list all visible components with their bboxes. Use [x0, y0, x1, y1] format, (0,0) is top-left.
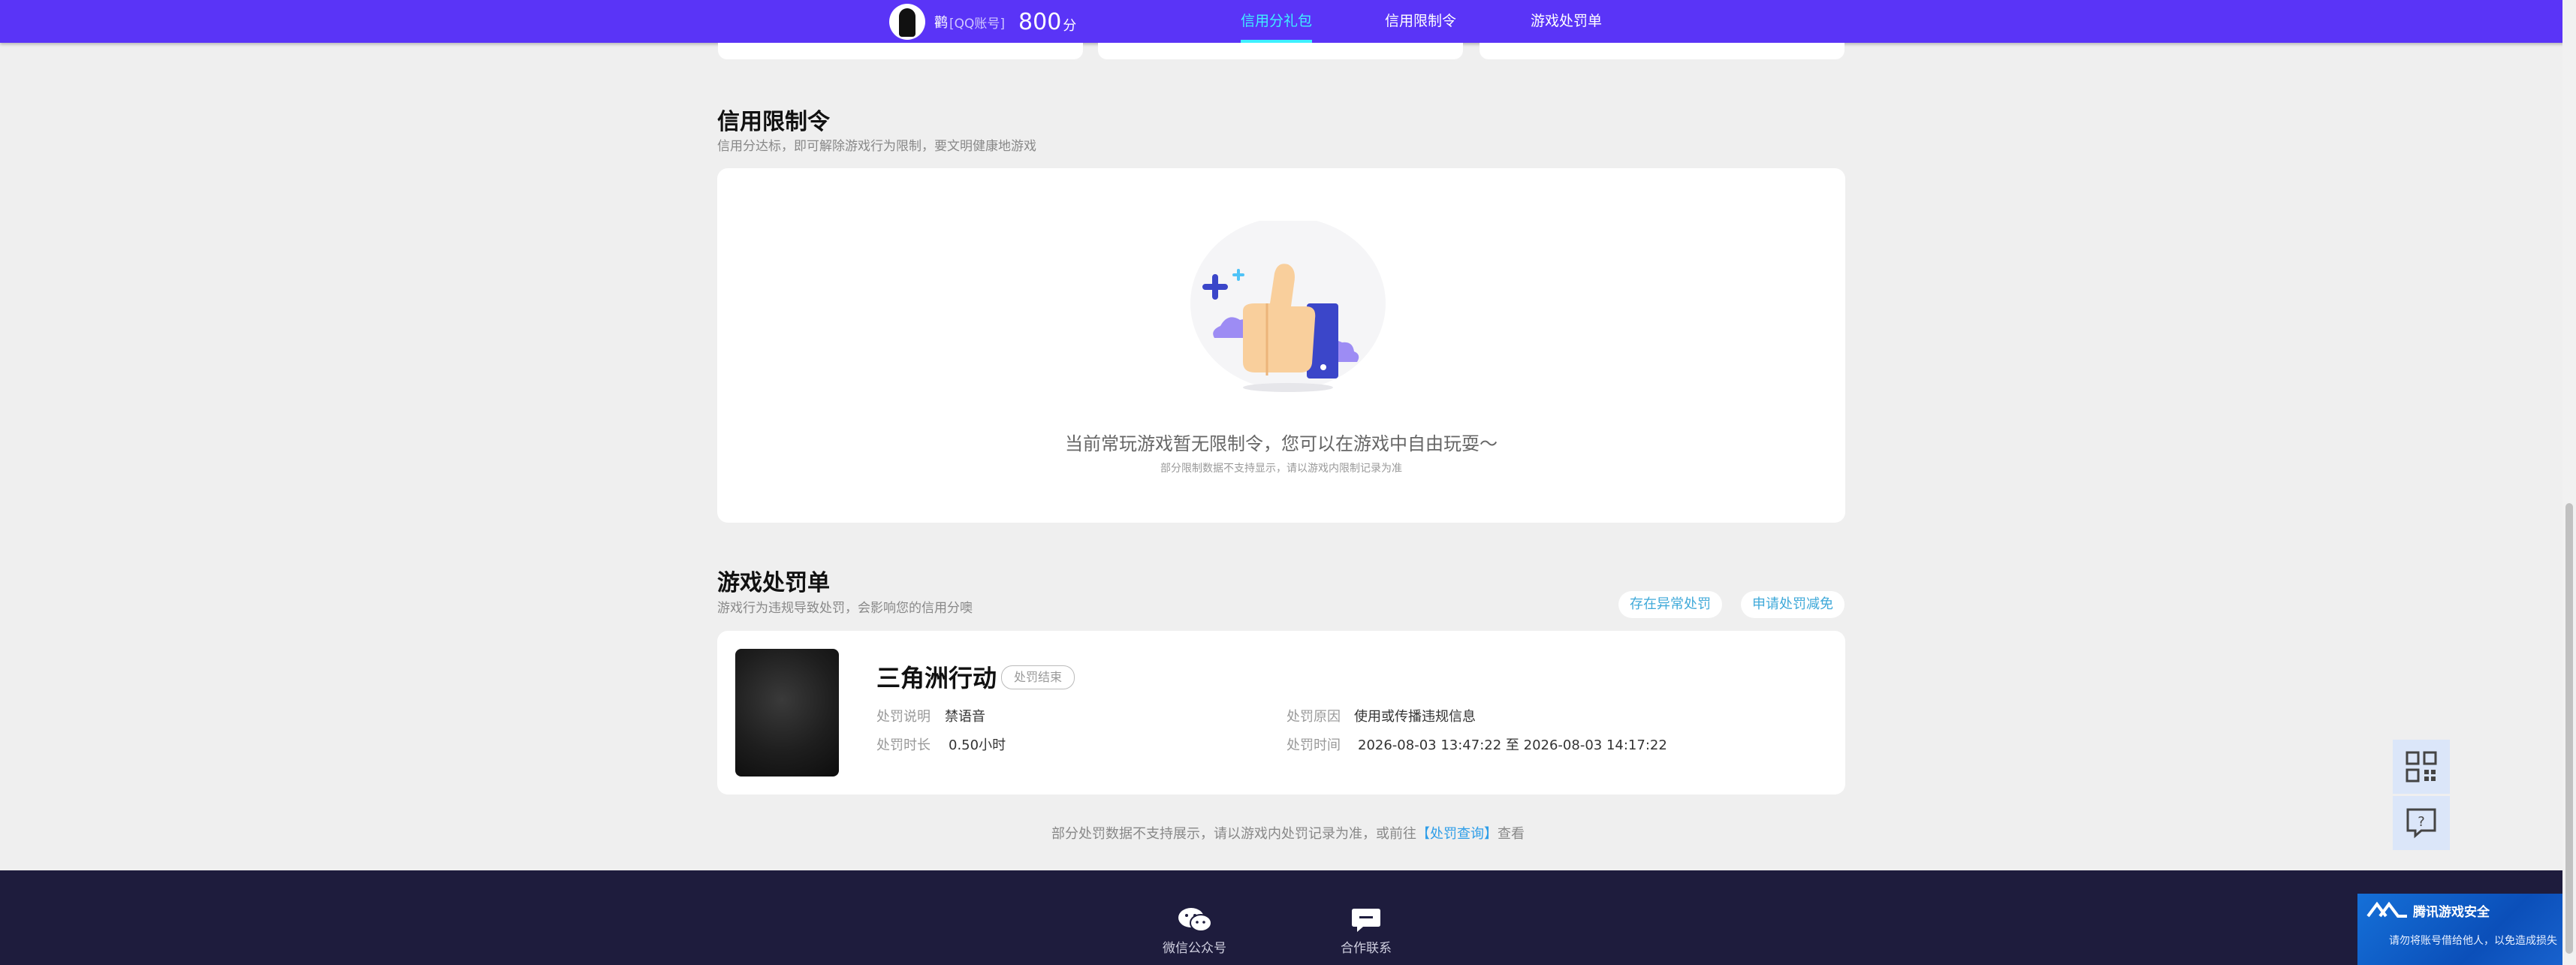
- penalty-duration-label: 处罚时长: [876, 737, 931, 753]
- penalty-record-card[interactable]: 三角洲行动 处罚结束 处罚说明 禁语音 处罚时长 0.50小时 处罚原因 使用或…: [717, 631, 1845, 795]
- credit-score: 800: [1018, 8, 1062, 35]
- wechat-official-account[interactable]: 微信公众号: [1163, 906, 1226, 956]
- empty-note: 部分限制数据不支持显示，请以游戏内限制记录为准: [1160, 463, 1402, 475]
- empty-message: 当前常玩游戏暂无限制令，您可以在游戏中自由玩耍～: [1065, 433, 1498, 454]
- score-unit: 分: [1063, 18, 1077, 34]
- penalty-desc-value: 禁语音: [945, 709, 985, 725]
- nav-credit-restriction[interactable]: 信用限制令: [1385, 0, 1456, 43]
- restriction-subtitle: 信用分达标，即可解除游戏行为限制，要文明健康地游戏: [717, 139, 1036, 154]
- help-chat-icon: ?: [2406, 808, 2436, 839]
- gift-card-partial: [1480, 43, 1845, 59]
- nav-credit-gift[interactable]: 信用分礼包: [1241, 0, 1313, 43]
- wechat-icon: [1178, 908, 1212, 932]
- chat-bubble-icon: [1352, 909, 1380, 932]
- account-type: [QQ账号]: [949, 16, 1006, 32]
- scrollbar-thumb[interactable]: [2565, 503, 2573, 954]
- penalty-reason-value: 使用或传播违规信息: [1354, 709, 1476, 725]
- game-name: 三角洲行动: [876, 664, 997, 692]
- contact-label: 合作联系: [1341, 941, 1392, 956]
- penalty-duration-value: 0.50小时: [949, 737, 1006, 753]
- user-name: 鹳: [934, 15, 948, 31]
- avatar[interactable]: [889, 4, 925, 40]
- footnote-suffix: 查看: [1498, 826, 1525, 842]
- nav-game-penalty[interactable]: 游戏处罚单: [1531, 0, 1602, 43]
- thumbs-up-illustration: [1190, 221, 1386, 392]
- status-badge: 处罚结束: [1001, 665, 1075, 689]
- penalty-title: 游戏处罚单: [717, 570, 830, 596]
- penalty-reason-label: 处罚原因: [1286, 709, 1341, 725]
- penalty-query-link[interactable]: 【处罚查询】: [1416, 826, 1498, 842]
- penalty-footnote: 部分处罚数据不支持展示，请以游戏内处罚记录为准，或前往【处罚查询】查看: [0, 823, 2576, 843]
- abnormal-penalty-button[interactable]: 存在异常处罚: [1618, 591, 1722, 618]
- penalty-reduction-button[interactable]: 申请处罚减免: [1741, 591, 1845, 618]
- penalty-time-value: 2026-08-03 13:47:22 至 2026-08-03 14:17:2…: [1358, 737, 1667, 753]
- penalty-subtitle: 游戏行为违规导致处罚，会影响您的信用分噢: [717, 601, 973, 616]
- security-toast[interactable]: 腾讯游戏安全 请勿将账号借给他人，以免造成损失: [2357, 894, 2576, 965]
- top-bar: 鹳 [QQ账号] 800 分 信用分礼包 信用限制令 游戏处罚单: [0, 0, 2576, 43]
- game-thumbnail: [735, 649, 839, 777]
- toast-text: 请勿将账号借给他人，以免造成损失: [2389, 935, 2557, 947]
- cooperation-contact[interactable]: 合作联系: [1341, 906, 1392, 956]
- security-logo-icon: [2366, 901, 2407, 918]
- toast-title: 腾讯游戏安全: [2413, 905, 2490, 920]
- restriction-card: 当前常玩游戏暂无限制令，您可以在游戏中自由玩耍～ 部分限制数据不支持显示，请以游…: [717, 168, 1845, 523]
- gift-card-partial: [1098, 43, 1463, 59]
- gift-card-partial: [718, 43, 1083, 59]
- user-info: 鹳 [QQ账号] 800 分: [889, 3, 1076, 41]
- help-button[interactable]: ?: [2393, 796, 2450, 850]
- svg-text:?: ?: [2418, 814, 2425, 830]
- qrcode-button[interactable]: [2393, 740, 2450, 794]
- wechat-label: 微信公众号: [1163, 941, 1226, 956]
- footer: 微信公众号 合作联系: [0, 870, 2576, 965]
- restriction-title: 信用限制令: [717, 109, 830, 135]
- penalty-desc-label: 处罚说明: [876, 709, 931, 725]
- qrcode-icon: [2406, 751, 2437, 783]
- penalty-time-label: 处罚时间: [1286, 737, 1341, 753]
- footnote-text: 部分处罚数据不支持展示，请以游戏内处罚记录为准，或前往: [1051, 826, 1416, 842]
